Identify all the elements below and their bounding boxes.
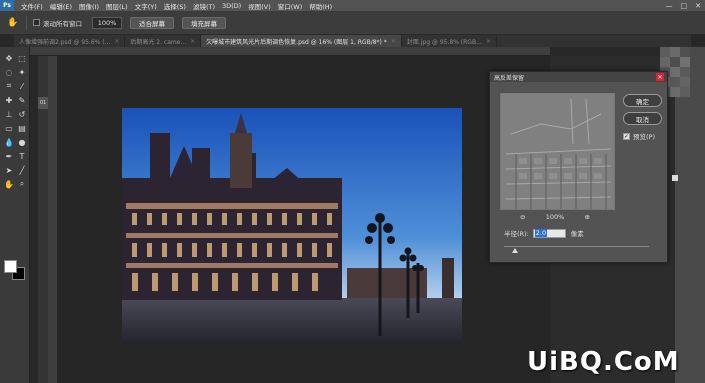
radius-slider-track[interactable] — [504, 246, 649, 247]
scroll-all-windows-label: 滚动所有窗口 — [43, 19, 82, 28]
tab-document-2[interactable]: 后期高光 2. came... × — [125, 35, 202, 47]
eyedropper-tool-icon[interactable]: ⁄ — [16, 80, 28, 92]
preview-option[interactable]: ✓ 预览(P) — [623, 131, 655, 141]
menu-3d[interactable]: 3D(D) — [222, 2, 241, 10]
history-brush-tool-icon[interactable]: ↺ — [16, 108, 28, 120]
tab-document-4[interactable]: 封面.jpg @ 95.8% (RGB... × — [402, 35, 497, 47]
window-controls: — □ ✕ — [666, 0, 702, 11]
tab-document-active[interactable]: 欠曝城市建筑风光片后期调色恢复.psd @ 16% (图层 1, RGB/8*)… — [201, 35, 402, 47]
menu-bar: Ps 文件(F) 编辑(E) 图像(I) 图层(L) 文字(Y) 选择(S) 滤… — [0, 0, 705, 11]
clone-stamp-tool-icon[interactable]: ⊥ — [3, 108, 15, 120]
menu-layer[interactable]: 图层(L) — [106, 1, 128, 11]
path-selection-tool-icon[interactable]: ➤ — [3, 164, 15, 176]
cancel-button[interactable]: 取消 — [623, 112, 662, 125]
divider — [26, 15, 27, 30]
menu-select[interactable]: 选择(S) — [164, 1, 186, 11]
menu-image[interactable]: 图像(I) — [79, 1, 99, 11]
high-pass-dialog: 高反差保留 ✕ 确定 取消 ✓ 预览(P) ⊖ 100% ⊕ 半径(R): 2.… — [489, 71, 668, 263]
scroll-all-windows-checkbox[interactable] — [33, 19, 40, 26]
dialog-title-bar[interactable]: 高反差保留 ✕ — [490, 72, 667, 82]
healing-brush-tool-icon[interactable]: ✚ — [3, 94, 15, 106]
gradient-tool-icon[interactable]: ▤ — [16, 122, 28, 134]
tools-panel: ✥ ⬚ ◌ ✦ ⌗ ⁄ ✚ ✎ ⊥ ↺ ▭ ▤ 💧 ● ✒ T ➤ ╱ ✋ ⌕ — [0, 47, 30, 383]
options-bar: ✋ 滚动所有窗口 100% 适合屏幕 填充屏幕 — [0, 11, 705, 35]
radius-slider-thumb[interactable] — [512, 248, 518, 253]
ok-button[interactable]: 确定 — [623, 94, 662, 107]
lasso-tool-icon[interactable]: ◌ — [3, 66, 15, 78]
menu-type[interactable]: 文字(Y) — [135, 1, 157, 11]
radius-label: 半径(R): — [504, 230, 529, 238]
magic-wand-tool-icon[interactable]: ✦ — [16, 66, 28, 78]
maximize-icon[interactable]: □ — [681, 2, 688, 10]
preview-label: 预览(P) — [633, 133, 655, 141]
zoom-out-icon[interactable]: ⊖ — [520, 213, 525, 221]
horizontal-ruler — [30, 47, 550, 56]
zoom-field[interactable]: 100% — [92, 16, 122, 29]
marquee-tool-icon[interactable]: ⬚ — [16, 52, 28, 64]
watermark-text: UiBQ.CoM — [527, 347, 680, 377]
radius-input[interactable]: 2.0 — [532, 228, 566, 238]
hand-tool-icon[interactable]: ✋ — [6, 17, 20, 29]
tab-close-icon[interactable]: × — [190, 38, 195, 45]
menu-filter[interactable]: 滤镜(T) — [193, 1, 215, 11]
close-window-icon[interactable]: ✕ — [695, 2, 701, 10]
menu-help[interactable]: 帮助(H) — [309, 1, 332, 11]
high-pass-preview-image — [501, 94, 614, 209]
preview-checkbox[interactable]: ✓ — [623, 132, 630, 140]
radius-unit: 像素 — [570, 230, 584, 238]
filter-preview[interactable] — [500, 93, 615, 210]
pen-tool-icon[interactable]: ✒ — [3, 150, 15, 162]
tab-close-icon[interactable]: × — [486, 38, 491, 45]
tab-document-1[interactable]: 人像增强前调2.psd @ 95.6% (... × — [14, 35, 126, 47]
eraser-tool-icon[interactable]: ▭ — [3, 122, 15, 134]
panel-tab[interactable]: 01 — [38, 97, 48, 109]
menu-edit[interactable]: 编辑(E) — [50, 1, 72, 11]
tab-close-icon[interactable]: × — [391, 38, 396, 45]
radius-row: 半径(R): 2.0 像素 — [504, 228, 584, 238]
zoom-tool-icon[interactable]: ⌕ — [16, 178, 28, 190]
brush-tool-icon[interactable]: ✎ — [16, 94, 28, 106]
menu-file[interactable]: 文件(F) — [21, 1, 43, 11]
right-panel-dock — [660, 47, 705, 383]
menu-window[interactable]: 窗口(W) — [278, 1, 303, 11]
document-image — [122, 108, 462, 344]
preview-zoom-controls: ⊖ 100% ⊕ — [520, 213, 590, 221]
city-hall-photo — [122, 108, 462, 344]
document-tabs: 人像增强前调2.psd @ 95.6% (... × 后期高光 2. came..… — [14, 35, 691, 47]
zoom-in-icon[interactable]: ⊕ — [585, 213, 590, 221]
photoshop-logo-icon: Ps — [0, 0, 14, 11]
type-tool-icon[interactable]: T — [16, 150, 28, 162]
blur-tool-icon[interactable]: 💧 — [3, 136, 15, 148]
foreground-color-swatch[interactable] — [4, 260, 17, 273]
line-tool-icon[interactable]: ╱ — [16, 164, 28, 176]
preview-zoom-value: 100% — [545, 213, 565, 221]
vertical-ruler — [48, 56, 57, 383]
move-tool-icon[interactable]: ✥ — [3, 52, 15, 64]
dialog-title: 高反差保留 — [494, 74, 525, 82]
menu-view[interactable]: 视图(V) — [248, 1, 271, 11]
tab-close-icon[interactable]: × — [114, 38, 119, 45]
fit-screen-button[interactable]: 适合屏幕 — [130, 16, 174, 29]
hand-tool-icon[interactable]: ✋ — [3, 178, 15, 190]
crop-tool-icon[interactable]: ⌗ — [3, 80, 15, 92]
fill-screen-button[interactable]: 填充屏幕 — [182, 16, 226, 29]
minimize-icon[interactable]: — — [666, 2, 673, 10]
close-icon[interactable]: ✕ — [656, 73, 664, 81]
dodge-tool-icon[interactable]: ● — [16, 136, 28, 148]
